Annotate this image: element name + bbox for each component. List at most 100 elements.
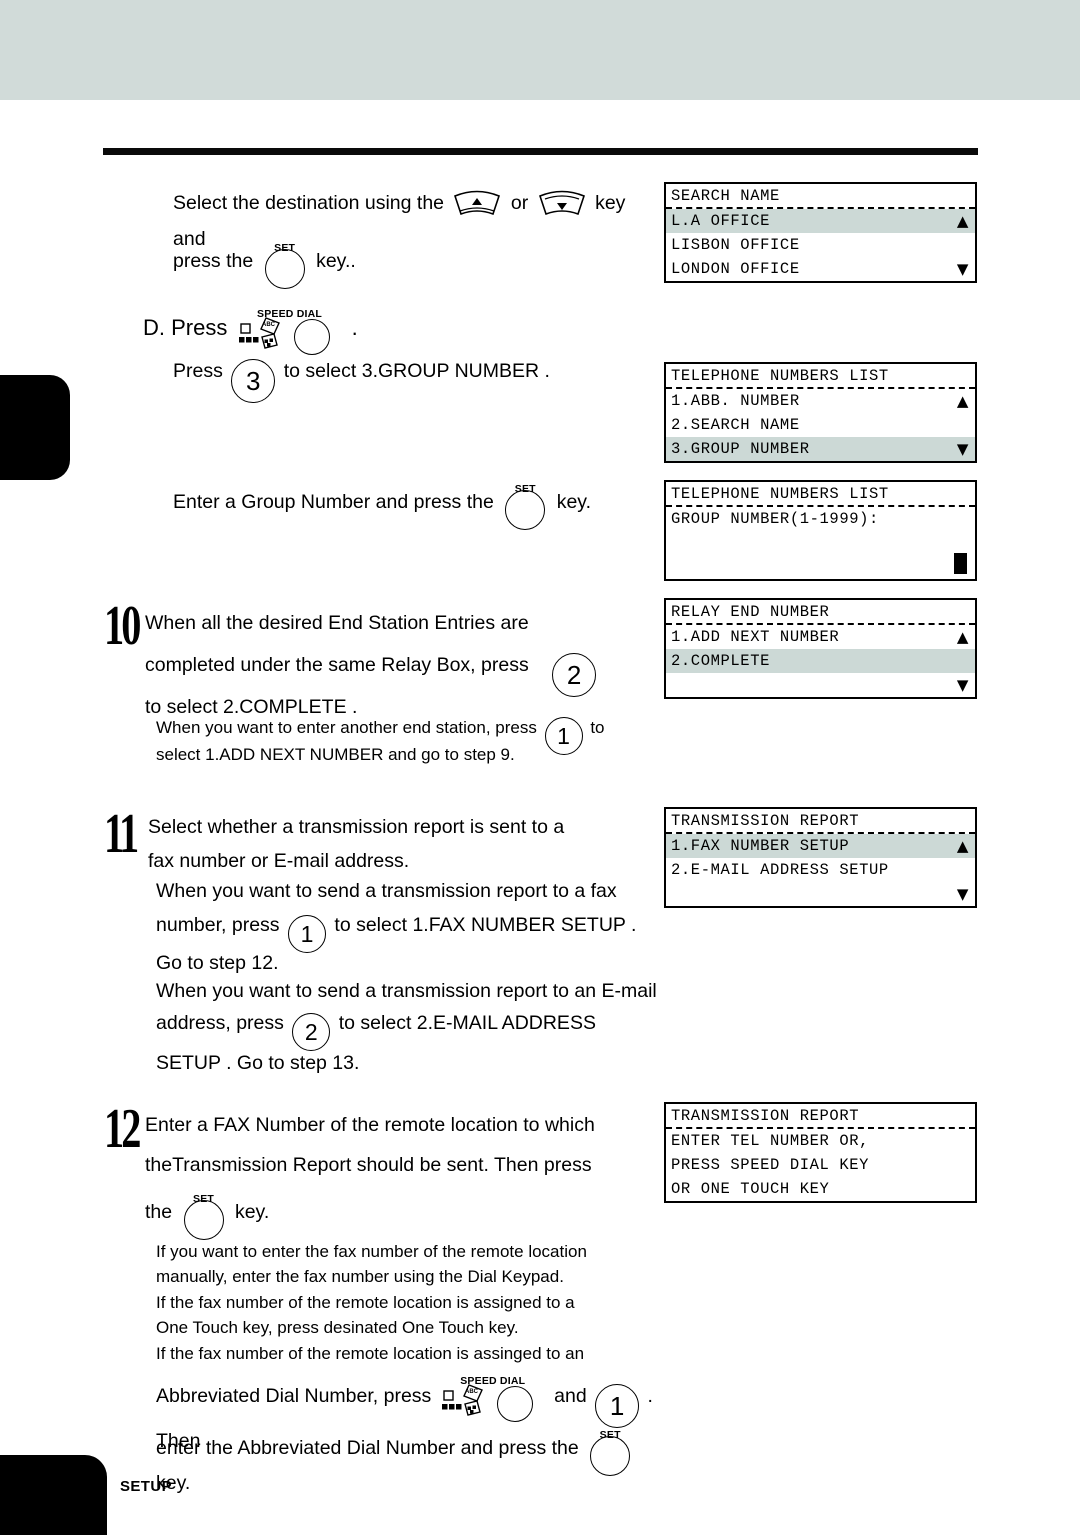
step-12-line3b: key. bbox=[234, 1201, 270, 1223]
step-11-note4: When you want to send a transmission rep… bbox=[156, 980, 657, 1002]
lcd-row[interactable]: 1.ADD NEXT NUMBER ▲ bbox=[666, 625, 975, 649]
step-12-line2: theTransmission Report should be sent. T… bbox=[145, 1154, 592, 1176]
step-11-note2a: number, press bbox=[156, 914, 280, 936]
step-10-note2: select 1.ADD NEXT NUMBER and go to step … bbox=[156, 745, 515, 764]
lcd-row[interactable]: ▼ bbox=[666, 882, 975, 906]
step-10-line1: When all the desired End Station Entries… bbox=[145, 612, 529, 634]
step-12-note6-and: and bbox=[554, 1385, 587, 1407]
step-d-period: . bbox=[351, 315, 358, 340]
numeric-key-3[interactable]: 3 bbox=[231, 359, 276, 403]
lcd-row[interactable]: PRESS SPEED DIAL KEY bbox=[666, 1153, 975, 1177]
set-key-circle-3 bbox=[183, 1200, 224, 1240]
scroll-up-arrow-icon[interactable]: ▲ bbox=[957, 389, 969, 413]
step-11-number: 11 bbox=[104, 803, 139, 865]
page-content: Select the destination using the or key … bbox=[0, 0, 1080, 1526]
lcd-title: RELAY END NUMBER bbox=[666, 600, 975, 625]
scroll-down-arrow-icon[interactable]: ▼ bbox=[957, 673, 969, 697]
step-12-note7-paragraph: enter the Abbreviated Dial Number and pr… bbox=[156, 1424, 666, 1497]
step-9c-paragraph-2: press the SET key.. bbox=[173, 237, 643, 289]
step-d-paragraph: D. Press SPEED DIAL ABC . bbox=[143, 305, 663, 355]
lcd-title: SEARCH NAME bbox=[666, 184, 975, 209]
lcd-row[interactable]: LISBON OFFICE bbox=[666, 233, 975, 257]
step-11-line2: fax number or E-mail address. bbox=[148, 850, 410, 872]
speed-dial-key-2[interactable]: SPEED DIAL ABC bbox=[439, 1372, 547, 1422]
step-11-note1: When you want to send a transmission rep… bbox=[156, 880, 617, 902]
lcd-row[interactable]: LONDON OFFICE ▼ bbox=[666, 257, 975, 281]
speed-dial-key-circle-2 bbox=[496, 1386, 533, 1422]
scroll-down-arrow-icon[interactable]: ▼ bbox=[957, 437, 969, 461]
numeric-key-1-fax[interactable]: 1 bbox=[287, 915, 326, 953]
step-12-note7b: key. bbox=[156, 1472, 191, 1494]
speed-dial-icon-2: ABC bbox=[441, 1384, 491, 1424]
step-12-note2: manually, enter the fax number using the… bbox=[156, 1267, 564, 1286]
speed-dial-key-circle bbox=[293, 319, 330, 355]
lcd-row[interactable]: ENTER TEL NUMBER OR, bbox=[666, 1129, 975, 1153]
lcd-title: TELEPHONE NUMBERS LIST bbox=[666, 364, 975, 389]
lcd-row[interactable] bbox=[666, 555, 975, 579]
step-12-line1: Enter a FAX Number of the remote locatio… bbox=[145, 1114, 595, 1136]
arrow-down-key-icon[interactable] bbox=[537, 190, 587, 226]
lcd-panel-relay-end-number: RELAY END NUMBER 1.ADD NEXT NUMBER ▲ 2.COMP… bbox=[664, 598, 977, 699]
step-9c-line2b: key.. bbox=[316, 250, 356, 272]
lcd-title: TRANSMISSION REPORT bbox=[666, 1104, 975, 1129]
lcd-row[interactable]: 2.E-MAIL ADDRESS SETUP bbox=[666, 858, 975, 882]
step-d-sub-press: Press bbox=[173, 360, 223, 382]
lcd-row-selected[interactable]: 2.COMPLETE bbox=[666, 649, 975, 673]
step-12-line3a: the bbox=[145, 1201, 173, 1223]
scroll-up-arrow-icon[interactable]: ▲ bbox=[957, 625, 969, 649]
lcd-row-selected[interactable]: L.A OFFICE ▲ bbox=[666, 209, 975, 233]
step-d-sub-text: to select 3.GROUP NUMBER . bbox=[283, 360, 550, 382]
lcd-row[interactable]: ▼ bbox=[666, 673, 975, 697]
step-12-note6a: Abbreviated Dial Number, press bbox=[156, 1385, 432, 1407]
step-10-note1a: When you want to enter another end stati… bbox=[156, 718, 537, 737]
step-9d-text-a: Enter a Group Number and press the bbox=[173, 491, 494, 513]
lcd-row-selected[interactable]: 1.FAX NUMBER SETUP ▲ bbox=[666, 834, 975, 858]
set-key-2[interactable]: SET bbox=[501, 478, 549, 530]
set-key[interactable]: SET bbox=[261, 237, 309, 289]
numeric-key-2-email[interactable]: 2 bbox=[292, 1013, 331, 1051]
lcd-row[interactable]: OR ONE TOUCH KEY bbox=[666, 1177, 975, 1201]
step-11-note2-paragraph: number, press 1 to select 1.FAX NUMBER S… bbox=[156, 912, 656, 953]
step-11-line1: Select whether a transmission report is … bbox=[148, 816, 565, 838]
speed-dial-key[interactable]: SPEED DIAL ABC bbox=[236, 305, 344, 355]
step-10-number: 10 bbox=[104, 595, 141, 657]
step-d-press: Press bbox=[171, 315, 228, 340]
step-12-note4: One Touch key, press desinated One Touch… bbox=[156, 1318, 519, 1337]
step-11-note5-paragraph: address, press 2 to select 2.E-MAIL ADDR… bbox=[156, 1010, 648, 1051]
lcd-panel-search-name: SEARCH NAME L.A OFFICE ▲ LISBON OFFICE LONDO… bbox=[664, 182, 977, 283]
set-key-3[interactable]: SET bbox=[180, 1188, 228, 1240]
step-11-note5b: to select 2.E-MAIL ADDRESS bbox=[338, 1012, 596, 1034]
lcd-row[interactable] bbox=[666, 531, 975, 555]
set-key-circle-4 bbox=[590, 1436, 631, 1476]
step-11-note2b: to select 1.FAX NUMBER SETUP . bbox=[334, 914, 637, 936]
scroll-down-arrow-icon[interactable]: ▼ bbox=[957, 882, 969, 906]
lcd-row-selected[interactable]: 3.GROUP NUMBER ▼ bbox=[666, 437, 975, 461]
lcd-panel-transmission-report-setup: TRANSMISSION REPORT 1.FAX NUMBER SETUP ▲ 2.… bbox=[664, 807, 977, 908]
step-12-note1: If you want to enter the fax number of t… bbox=[156, 1242, 587, 1261]
step-9c-or: or bbox=[510, 192, 529, 214]
step-10-line2: completed under the same Relay Box, pres… bbox=[145, 654, 529, 676]
step-12-note7a: enter the Abbreviated Dial Number and pr… bbox=[156, 1437, 579, 1459]
lcd-row[interactable]: 1.ABB. NUMBER ▲ bbox=[666, 389, 975, 413]
step-9c-line2a: press the bbox=[173, 250, 254, 272]
step-d-sub-paragraph: Press 3 to select 3.GROUP NUMBER . bbox=[173, 358, 673, 403]
step-12-note5: If the fax number of the remote location… bbox=[156, 1344, 585, 1363]
scroll-down-arrow-icon[interactable]: ▼ bbox=[957, 257, 969, 281]
step-12-line3-paragraph: the SET key. bbox=[145, 1188, 615, 1240]
set-key-circle bbox=[264, 249, 305, 289]
step-9c-line1a: Select the destination using the bbox=[173, 192, 445, 214]
lcd-row[interactable]: GROUP NUMBER(1-1999): bbox=[666, 507, 975, 531]
set-key-4[interactable]: SET bbox=[586, 1424, 634, 1476]
step-11-note6: SETUP . Go to step 13. bbox=[156, 1052, 360, 1074]
step-10-note1b: to bbox=[590, 718, 605, 737]
lcd-panel-telephone-numbers-list: TELEPHONE NUMBERS LIST 1.ABB. NUMBER ▲ 2.SE… bbox=[664, 362, 977, 463]
step-12-number: 12 bbox=[104, 1098, 141, 1160]
lcd-panel-transmission-report-enter-tel: TRANSMISSION REPORT ENTER TEL NUMBER OR, P… bbox=[664, 1102, 977, 1203]
set-key-circle-2 bbox=[505, 490, 546, 530]
lcd-row[interactable]: 2.SEARCH NAME bbox=[666, 413, 975, 437]
step-11-note5a: address, press bbox=[156, 1012, 284, 1034]
arrow-up-key-icon[interactable] bbox=[452, 190, 502, 226]
scroll-up-arrow-icon[interactable]: ▲ bbox=[957, 209, 969, 233]
step-11-note3: Go to step 12. bbox=[156, 952, 279, 974]
scroll-up-arrow-icon[interactable]: ▲ bbox=[957, 834, 969, 858]
